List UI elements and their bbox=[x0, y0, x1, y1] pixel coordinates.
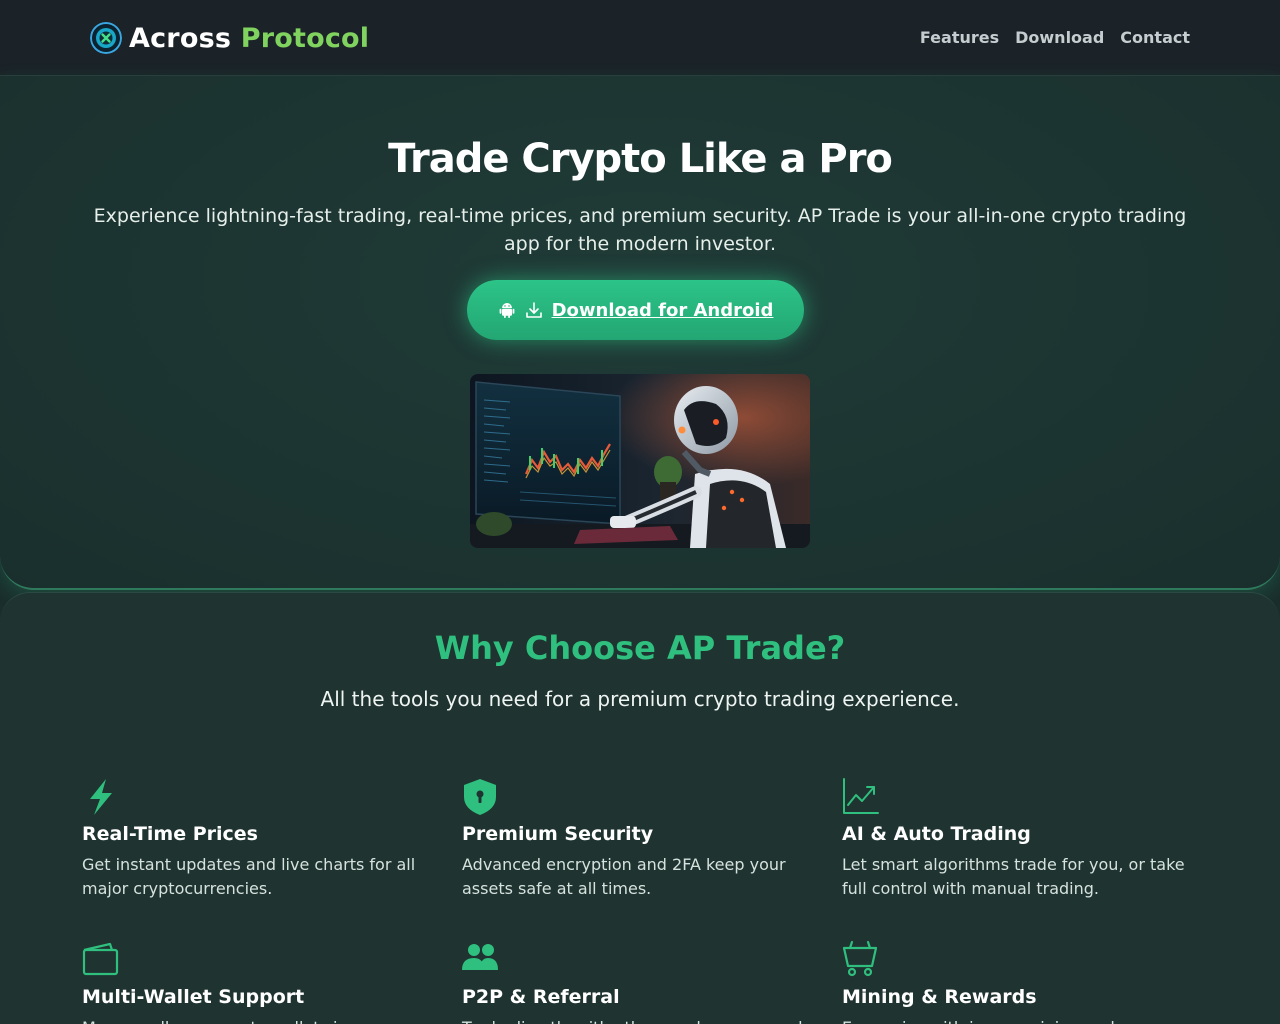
nav-features[interactable]: Features bbox=[920, 28, 999, 47]
brand-name-part1: Across bbox=[129, 22, 232, 54]
feature-desc: Let smart algorithms trade for you, or t… bbox=[842, 855, 1185, 898]
feature-card: Real-Time Prices Get instant updates and… bbox=[82, 777, 432, 901]
features-subtitle: All the tools you need for a premium cry… bbox=[320, 687, 960, 711]
hero-title: Trade Crypto Like a Pro bbox=[388, 136, 893, 182]
feature-card: Mining & Rewards Earn coins with in-app … bbox=[842, 940, 1192, 1024]
users-icon bbox=[462, 944, 498, 970]
feature-title: Premium Security bbox=[462, 823, 654, 845]
feature-desc: Get instant updates and live charts for … bbox=[82, 855, 416, 898]
nav-download[interactable]: Download bbox=[1015, 28, 1104, 47]
feature-card: P2P & Referral Trade directly with other… bbox=[462, 940, 812, 1024]
brand-link[interactable]: Across Protocol bbox=[90, 20, 369, 56]
shield-icon bbox=[464, 779, 496, 815]
chart-line-icon bbox=[843, 778, 879, 814]
download-android-button[interactable]: Download for Android bbox=[467, 280, 804, 340]
feature-desc: Advanced encryption and 2FA keep your as… bbox=[462, 855, 786, 898]
download-button-label: Download for Android bbox=[551, 299, 774, 321]
feature-title: P2P & Referral bbox=[462, 986, 620, 1008]
feature-desc: Trade directly with others and earn rewa… bbox=[462, 1016, 812, 1024]
feature-card: Premium Security Advanced encryption and… bbox=[462, 777, 812, 901]
feature-desc: Earn coins with in-app mining and exclus… bbox=[842, 1016, 1192, 1024]
feature-card: Multi-Wallet Support Manage all your cry… bbox=[82, 940, 432, 1024]
feature-card: AI & Auto Trading Let smart algorithms t… bbox=[842, 777, 1192, 901]
feature-title: AI & Auto Trading bbox=[842, 823, 1031, 845]
hero-section: Trade Crypto Like a Pro Experience light… bbox=[0, 76, 1280, 590]
feature-title: Real-Time Prices bbox=[82, 823, 258, 845]
brand-name-part2: Protocol bbox=[240, 22, 370, 54]
feature-title: Mining & Rewards bbox=[842, 986, 1037, 1008]
across-protocol-logo-icon bbox=[90, 22, 122, 54]
feature-desc: Manage all your crypto wallets in one bbox=[82, 1016, 432, 1024]
cart-icon bbox=[842, 940, 878, 977]
features-section: Why Choose AP Trade? All the tools you n… bbox=[0, 592, 1280, 1024]
main-nav: Features Download Contact bbox=[920, 28, 1190, 47]
hero-subtitle: Experience lightning-fast trading, real-… bbox=[93, 205, 1187, 255]
android-icon bbox=[499, 303, 514, 318]
feature-title: Multi-Wallet Support bbox=[82, 986, 305, 1008]
site-header: Across Protocol Features Download Contac… bbox=[0, 0, 1280, 76]
features-title: Why Choose AP Trade? bbox=[434, 629, 846, 667]
lightning-icon bbox=[90, 779, 112, 815]
nav-contact[interactable]: Contact bbox=[1120, 28, 1190, 47]
robot-trading-chart-image bbox=[470, 374, 810, 548]
download-icon bbox=[525, 302, 542, 318]
wallet-icon bbox=[82, 942, 119, 976]
